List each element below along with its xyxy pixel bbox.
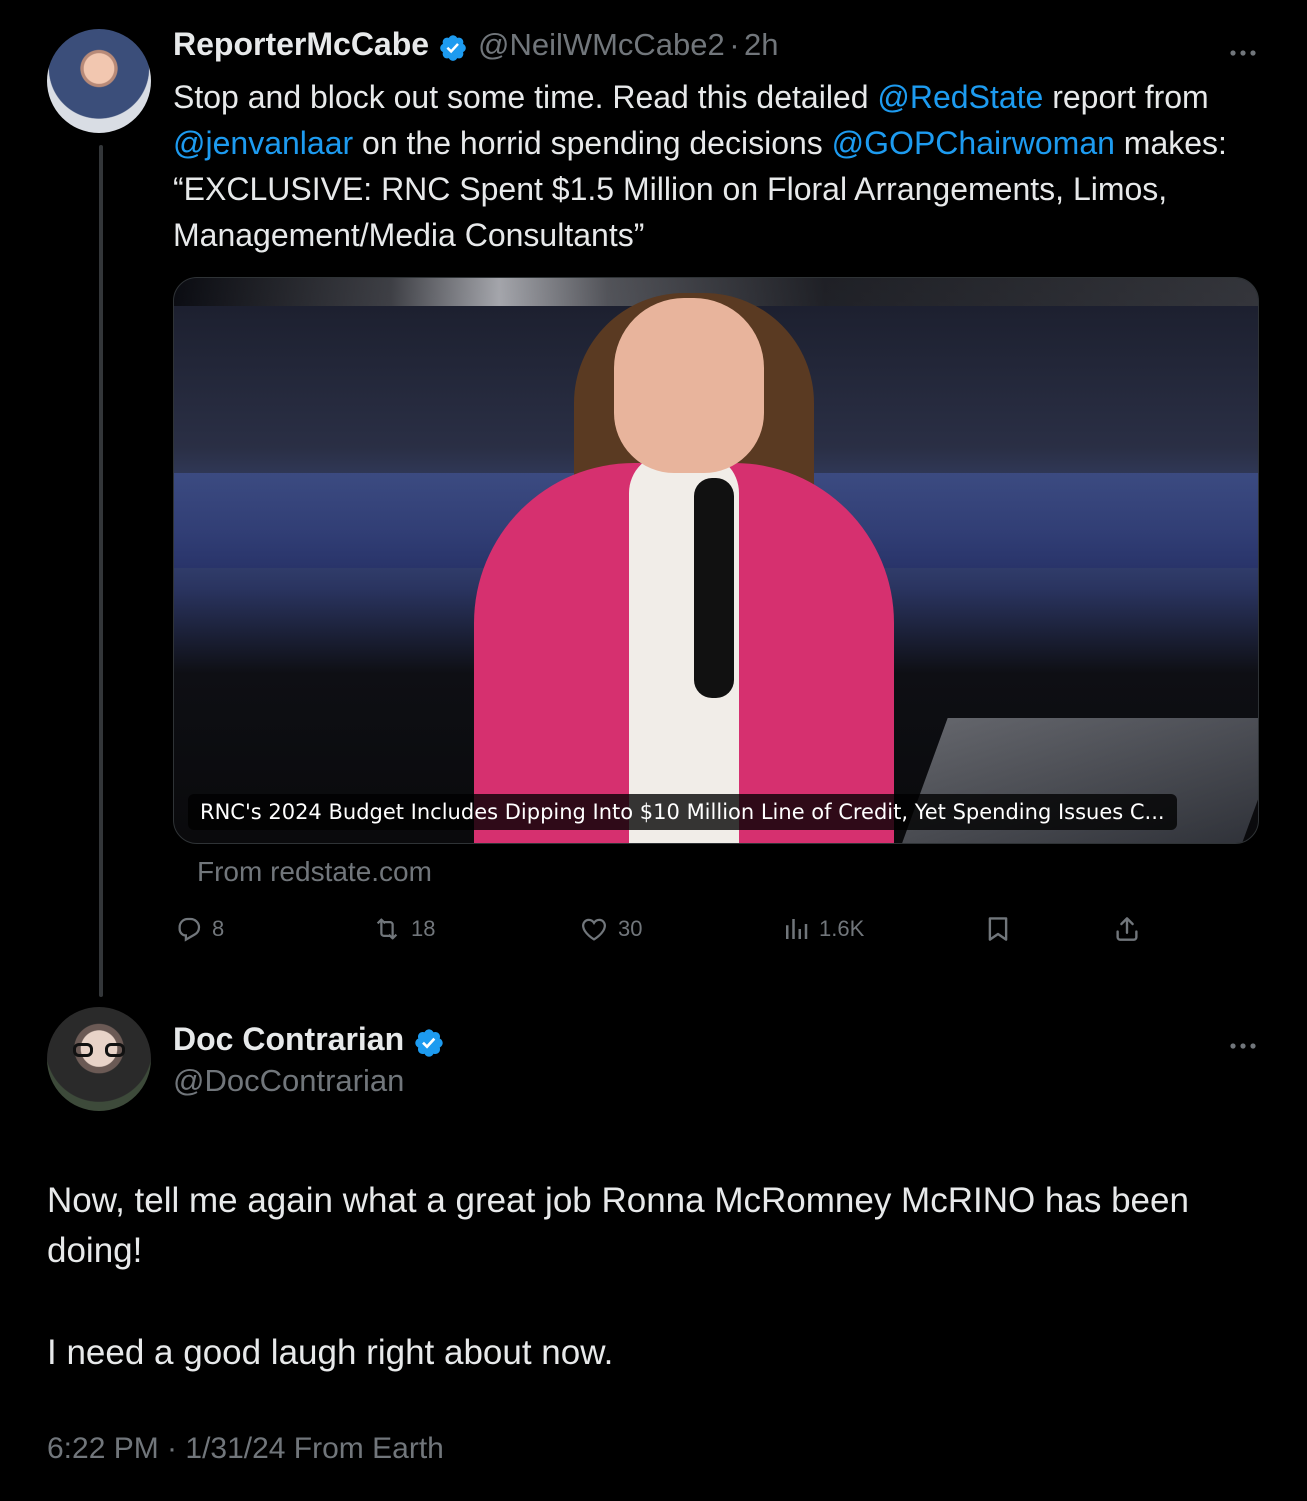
more-icon[interactable] bbox=[1227, 1027, 1259, 1059]
mention-jenvanlaar[interactable]: @jenvanlaar bbox=[173, 125, 353, 161]
text-segment: report from bbox=[1043, 79, 1209, 115]
like-button[interactable]: 30 bbox=[578, 912, 642, 946]
handle[interactable]: @DocContrarian bbox=[173, 1063, 404, 1099]
repost-count: 18 bbox=[411, 916, 436, 941]
like-icon bbox=[578, 914, 610, 944]
repost-button[interactable]: 18 bbox=[371, 912, 435, 946]
mention-redstate[interactable]: @RedState bbox=[877, 79, 1043, 115]
card-source[interactable]: From redstate.com bbox=[197, 856, 432, 888]
more-icon[interactable] bbox=[1227, 34, 1259, 66]
display-name[interactable]: Doc Contrarian bbox=[173, 1021, 404, 1057]
mention-gopchairwoman[interactable]: @GOPChairwoman bbox=[832, 125, 1115, 161]
views-button[interactable]: 1.6K bbox=[781, 912, 864, 946]
share-icon bbox=[1112, 913, 1142, 945]
like-count: 30 bbox=[618, 916, 643, 941]
verified-badge-icon bbox=[413, 1027, 445, 1064]
bookmark-icon bbox=[983, 913, 1013, 945]
avatar[interactable] bbox=[47, 29, 151, 133]
verified-badge-icon bbox=[438, 33, 468, 68]
repost-icon bbox=[371, 914, 403, 944]
card-image-microphone bbox=[694, 478, 734, 698]
display-name[interactable]: ReporterMcCabe bbox=[173, 26, 429, 62]
views-count: 1.6K bbox=[819, 916, 865, 941]
tweet-header: ReporterMcCabe @NeilWMcCabe2 · 2h bbox=[173, 26, 779, 68]
share-button[interactable] bbox=[1112, 912, 1142, 946]
timestamp[interactable]: 6:22 PM · 1/31/24 From Earth bbox=[47, 1432, 444, 1466]
reply-button[interactable]: 8 bbox=[174, 912, 224, 946]
reply-paragraph: I need a good laugh right about now. bbox=[47, 1333, 614, 1372]
tweet-text: Stop and block out some time. Read this … bbox=[173, 74, 1273, 258]
handle[interactable]: @NeilWMcCabe2 bbox=[478, 27, 725, 62]
reply-paragraph: Now, tell me again what a great job Ronn… bbox=[47, 1181, 1189, 1270]
reply-header: Doc Contrarian bbox=[173, 1021, 445, 1064]
avatar[interactable] bbox=[47, 1007, 151, 1111]
thread-line bbox=[99, 145, 103, 997]
card-image-face bbox=[614, 298, 764, 473]
separator-dot: · bbox=[729, 27, 740, 62]
text-segment: on the horrid spending decisions bbox=[353, 125, 832, 161]
reply-text: Now, tell me again what a great job Ronn… bbox=[47, 1176, 1267, 1378]
avatar-glasses bbox=[73, 1043, 125, 1057]
card-caption[interactable]: RNC's 2024 Budget Includes Dipping Into … bbox=[188, 794, 1177, 830]
reply-icon bbox=[174, 914, 204, 944]
link-card[interactable]: RNC's 2024 Budget Includes Dipping Into … bbox=[173, 277, 1259, 844]
bookmark-button[interactable] bbox=[983, 912, 1013, 946]
time-ago[interactable]: 2h bbox=[744, 27, 778, 62]
reply-count: 8 bbox=[212, 916, 225, 941]
views-icon bbox=[781, 914, 811, 944]
text-segment: Stop and block out some time. Read this … bbox=[173, 79, 878, 115]
